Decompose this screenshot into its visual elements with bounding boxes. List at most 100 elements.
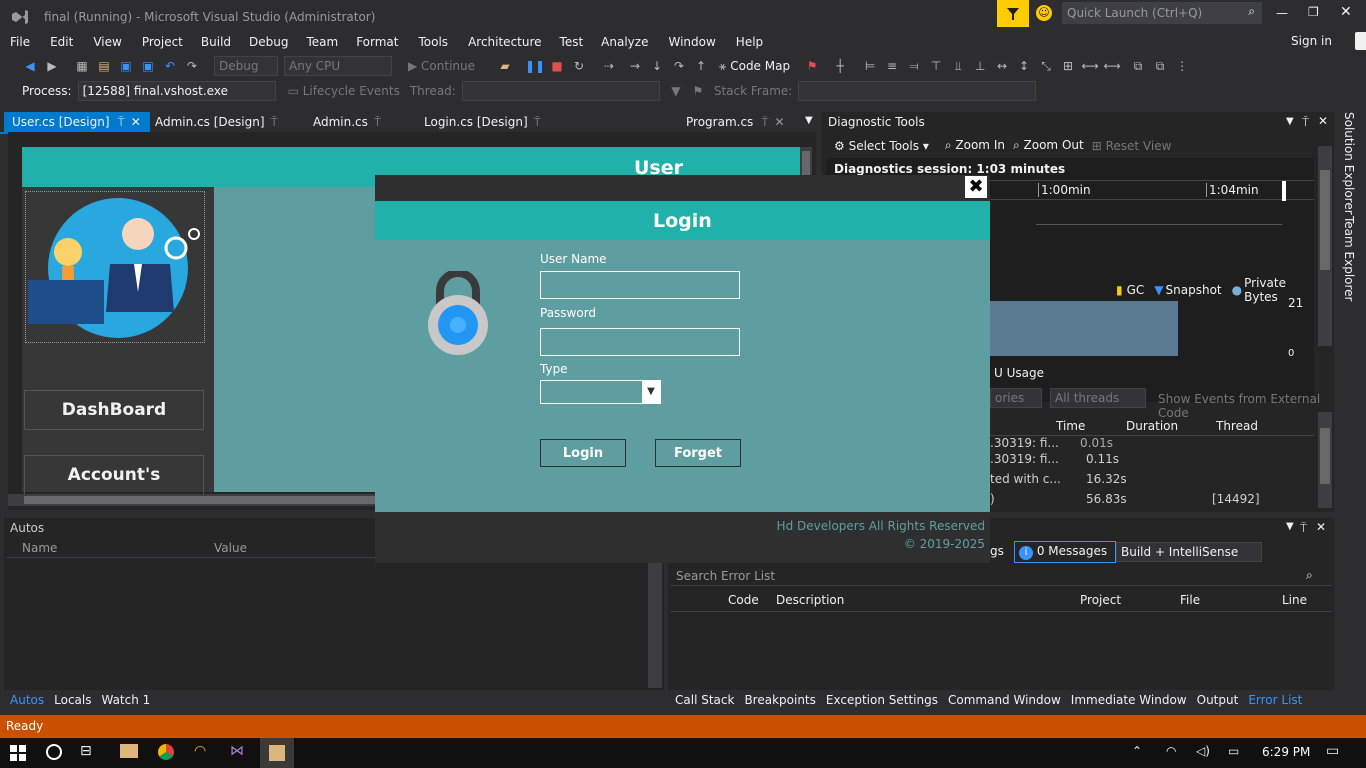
quick-launch-input[interactable]: Quick Launch (Ctrl+Q) ⌕ <box>1062 2 1262 24</box>
align-right-icon[interactable]: ⫤ <box>906 58 922 74</box>
menu-edit[interactable]: Edit <box>50 35 73 49</box>
h-spacing-icon[interactable]: ⟷ <box>1081 58 1098 74</box>
tab-exception-settings[interactable]: Exception Settings <box>826 693 938 707</box>
task-view-icon[interactable]: ⊟ <box>80 743 92 759</box>
save-all-icon[interactable]: ▣ <box>140 58 156 74</box>
col-code[interactable]: Code <box>728 593 759 607</box>
windows-start-icon[interactable] <box>10 745 26 761</box>
step-over-icon[interactable]: → <box>627 58 643 74</box>
pin-icon[interactable]: ⍑ <box>374 115 381 129</box>
tab-command-window[interactable]: Command Window <box>948 693 1061 707</box>
zoom-out-button[interactable]: ⌕ Zoom Out <box>1013 138 1084 153</box>
send-back-icon[interactable]: ⧉ <box>1152 58 1168 74</box>
search-icon[interactable]: ⌕ <box>1306 568 1313 583</box>
redo-icon[interactable]: ↷ <box>184 58 200 74</box>
attach-icon[interactable]: ▰ <box>497 58 513 74</box>
step-out-icon[interactable]: ↑ <box>693 58 709 74</box>
menu-file[interactable]: File <box>10 35 30 49</box>
chevron-down-icon[interactable]: ▼ <box>642 381 660 403</box>
bring-front-icon[interactable]: ⧉ <box>1130 58 1146 74</box>
username-input[interactable] <box>540 271 740 299</box>
login-close-icon[interactable]: ✖ <box>965 176 987 198</box>
continue-button[interactable]: ▶ Continue <box>408 59 475 73</box>
tab-close-icon[interactable]: ✕ <box>775 115 785 129</box>
picture-box-selected[interactable] <box>25 191 205 343</box>
tab-program-cs[interactable]: Program.cs ⍑ ✕ <box>678 112 793 132</box>
grid-icon[interactable]: ⊞ <box>1060 58 1076 74</box>
configuration-dropdown[interactable]: Debug <box>214 56 278 76</box>
tab-breakpoints[interactable]: Breakpoints <box>744 693 815 707</box>
restore-icon[interactable]: ❐ <box>1308 5 1319 19</box>
menu-format[interactable]: Format <box>356 35 398 49</box>
menu-tools[interactable]: Tools <box>419 35 449 49</box>
error-search-input[interactable]: Search Error List ⌕ <box>670 566 1332 586</box>
battery-icon[interactable]: ▭ <box>1228 744 1239 758</box>
thread-flag-icon[interactable]: ⚑ <box>690 83 706 99</box>
dashboard-button[interactable]: DashBoard <box>24 390 204 430</box>
layout-icon-1[interactable]: ┼ <box>832 58 848 74</box>
col-description[interactable]: Description <box>776 593 844 607</box>
tab-admin-design[interactable]: Admin.cs [Design] ⍑ <box>147 112 286 132</box>
events-vscrollbar[interactable] <box>1318 412 1332 508</box>
undo-icon[interactable]: ↶ <box>162 58 178 74</box>
visual-studio-taskbar-icon[interactable]: ⋈ <box>230 743 244 759</box>
feedback-filter-icon[interactable] <box>997 0 1029 27</box>
code-map-button[interactable]: ⚹ Code Map <box>719 59 790 74</box>
running-app-taskbar-button[interactable] <box>260 738 294 768</box>
menu-project[interactable]: Project <box>142 35 183 49</box>
tab-immediate-window[interactable]: Immediate Window <box>1071 693 1187 707</box>
autos-vscrollbar[interactable] <box>648 562 662 688</box>
close-window-icon[interactable]: ✕ <box>1340 4 1352 20</box>
align-top-icon[interactable]: ⊤ <box>928 58 944 74</box>
save-icon[interactable]: ▣ <box>118 58 134 74</box>
diag-vscrollbar[interactable] <box>1318 146 1332 346</box>
new-project-icon[interactable]: ▦ <box>74 58 90 74</box>
tab-autos[interactable]: Autos <box>10 693 44 707</box>
account-avatar-icon[interactable] <box>1355 32 1366 50</box>
tab-overflow-chevron-icon[interactable]: ▼ <box>805 115 813 126</box>
align-middle-icon[interactable]: ⫫ <box>950 58 966 74</box>
notification-center-icon[interactable]: ▭ <box>1326 743 1339 759</box>
stack-frame-dropdown[interactable] <box>798 81 1037 101</box>
type-select[interactable]: ▼ <box>540 380 661 404</box>
platform-dropdown[interactable]: Any CPU <box>284 56 392 76</box>
password-input[interactable] <box>540 328 740 356</box>
step-into-icon[interactable]: ↓ <box>649 58 665 74</box>
forward-icon[interactable]: ▶ <box>44 58 60 74</box>
login-button[interactable]: Login <box>540 439 626 467</box>
sign-in-link[interactable]: Sign in <box>1291 34 1332 48</box>
tab-close-icon[interactable]: ✕ <box>131 115 141 129</box>
stop-icon[interactable]: ■ <box>549 58 565 74</box>
table-row[interactable]: ) 56.83s [14492] <box>990 492 1314 512</box>
panel-menu-icon[interactable]: ▼ <box>1286 521 1294 532</box>
col-value[interactable]: Value <box>214 541 247 555</box>
panel-close-icon[interactable]: ✕ <box>1316 520 1326 534</box>
thread-dropdown[interactable] <box>461 81 660 101</box>
tab-output[interactable]: Output <box>1197 693 1239 707</box>
align-left-icon[interactable]: ⊨ <box>862 58 878 74</box>
same-size-icon[interactable]: ⤡ <box>1038 58 1054 74</box>
menu-help[interactable]: Help <box>736 35 763 49</box>
tab-admin-cs[interactable]: Admin.cs ⍑ <box>305 112 389 132</box>
network-icon[interactable]: ◠ <box>1166 744 1176 758</box>
menu-debug[interactable]: Debug <box>249 35 288 49</box>
step-over2-icon[interactable]: ↷ <box>671 58 687 74</box>
table-row[interactable]: ted with c... 16.32s <box>990 472 1314 492</box>
tab-error-list[interactable]: Error List <box>1248 693 1302 707</box>
volume-icon[interactable]: ◁) <box>1196 744 1210 758</box>
restart-icon[interactable]: ↻ <box>571 58 587 74</box>
menu-test[interactable]: Test <box>560 35 584 49</box>
lifecycle-events-button[interactable]: ▭ Lifecycle Events <box>288 84 400 98</box>
same-width-icon[interactable]: ↔ <box>994 58 1010 74</box>
team-explorer-tab[interactable]: Team Explorer <box>1342 216 1356 302</box>
menu-build[interactable]: Build <box>201 35 231 49</box>
menu-window[interactable]: Window <box>668 35 715 49</box>
panel-pin-icon[interactable]: ⍑ <box>1302 115 1309 130</box>
build-filter-dropdown[interactable]: Build + IntelliSense <box>1116 542 1262 562</box>
select-tools-button[interactable]: ⚙ Select Tools ▾ <box>834 139 929 153</box>
cpu-usage-tab[interactable]: U Usage <box>994 366 1044 380</box>
col-line[interactable]: Line <box>1282 593 1307 607</box>
menu-analyze[interactable]: Analyze <box>601 35 648 49</box>
pin-icon[interactable]: ⍑ <box>271 115 278 129</box>
scroll-thumb[interactable] <box>1320 170 1330 270</box>
